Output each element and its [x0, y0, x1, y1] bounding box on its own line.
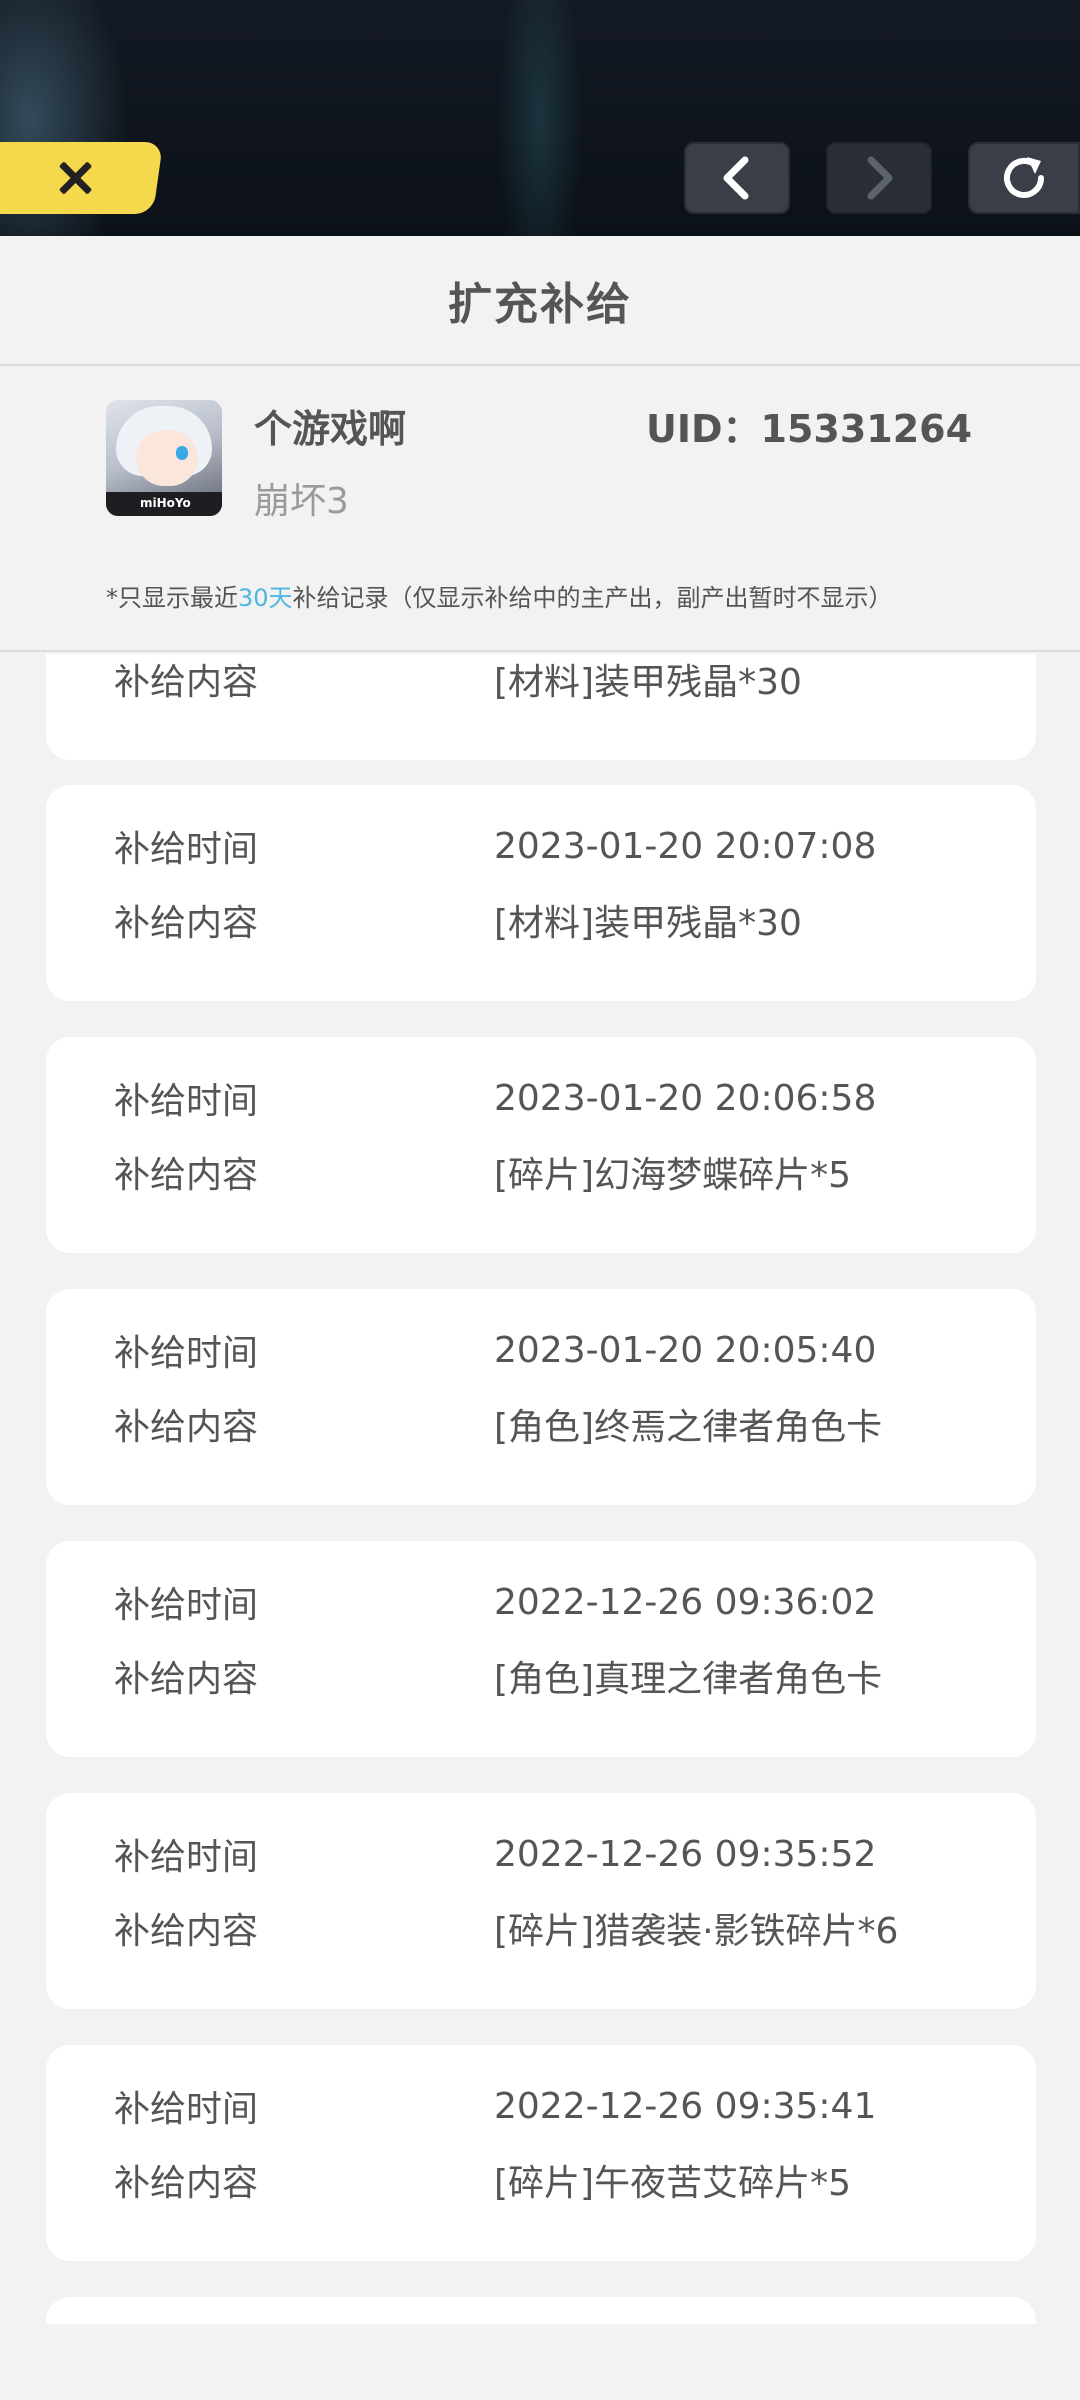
- page-header: 扩充补给: [0, 236, 1080, 366]
- time-label: 补给时间: [114, 2089, 259, 2130]
- forward-button[interactable]: [826, 142, 932, 214]
- record-card: 补给时间 2022-12-26 09:35:52 补给内容 [碎片]猎袭装·影铁…: [46, 1793, 1036, 2009]
- record-time-row: 补给时间 2022-12-26 09:36:02: [114, 1577, 994, 1627]
- time-label: 补给时间: [114, 829, 259, 870]
- close-button[interactable]: [0, 142, 164, 214]
- content-label: 补给内容: [114, 1659, 259, 1700]
- record-content-row: 补给内容 [碎片]幻海梦蝶碎片*5: [114, 1147, 994, 1197]
- refresh-button[interactable]: [968, 142, 1080, 214]
- record-card: 补给时间 2023-01-20 20:06:58 补给内容 [碎片]幻海梦蝶碎片…: [46, 1037, 1036, 1253]
- profile-section: miHoYo 个游戏啊 崩坏3 UID：15331264 *只显示最近30天补给…: [0, 368, 1080, 652]
- record-content-row: 补给内容 [角色]真理之律者角色卡: [114, 1651, 994, 1701]
- record-content-row: 补给内容 [材料]装甲残晶*30: [114, 654, 994, 704]
- time-label: 补给时间: [114, 1333, 259, 1374]
- content-value: [角色]终焉之律者角色卡: [494, 1407, 883, 1448]
- time-label: 补给时间: [114, 1585, 259, 1626]
- content-label: 补给内容: [114, 2163, 259, 2204]
- content-label: 补给内容: [114, 1407, 259, 1448]
- refresh-icon: [1004, 157, 1044, 198]
- chevron-right-icon: [867, 156, 893, 200]
- record-card: 补给时间 2022-12-26 09:35:41 补给内容 [碎片]午夜苦艾碎片…: [46, 2045, 1036, 2261]
- record-card: [46, 2297, 1036, 2324]
- content-label: 补给内容: [114, 662, 259, 703]
- content-value: [角色]真理之律者角色卡: [494, 1659, 883, 1700]
- content-value: [碎片]猎袭装·影铁碎片*6: [494, 1911, 899, 1952]
- avatar: miHoYo: [106, 400, 222, 516]
- chevron-left-icon: [723, 156, 749, 200]
- record-content-row: 补给内容 [碎片]猎袭装·影铁碎片*6: [114, 1903, 994, 1953]
- content-label: 补给内容: [114, 1155, 259, 1196]
- record-content-row: 补给内容 [材料]装甲残晶*30: [114, 895, 994, 945]
- content-value: [碎片]午夜苦艾碎片*5: [494, 2163, 851, 2204]
- time-value: 2023-01-20 20:07:08: [494, 825, 877, 867]
- note-highlight: 30天: [238, 584, 293, 612]
- time-label: 补给时间: [114, 1837, 259, 1878]
- time-value: 2022-12-26 09:36:02: [494, 1581, 877, 1623]
- record-card: 补给内容 [材料]装甲残晶*30: [46, 654, 1036, 760]
- time-value: 2022-12-26 09:35:52: [494, 1833, 877, 1875]
- record-time-row: 补给时间 2023-01-20 20:05:40: [114, 1325, 994, 1375]
- uid-label: UID：15331264: [646, 407, 973, 451]
- back-button[interactable]: [684, 142, 790, 214]
- record-card: 补给时间 2023-01-20 20:07:08 补给内容 [材料]装甲残晶*3…: [46, 785, 1036, 1001]
- note-prefix: *只显示最近: [106, 584, 238, 612]
- note-suffix: 补给记录（仅显示补给中的主产出，副产出暂时不显示）: [292, 584, 893, 612]
- time-value: 2023-01-20 20:05:40: [494, 1329, 877, 1371]
- record-card: 补给时间 2023-01-20 20:05:40 补给内容 [角色]终焉之律者角…: [46, 1289, 1036, 1505]
- record-list[interactable]: 补给内容 [材料]装甲残晶*30 补给时间 2023-01-20 20:07:0…: [0, 654, 1080, 2324]
- page-title: 扩充补给: [448, 279, 632, 330]
- record-card: 补给时间 2022-12-26 09:36:02 补给内容 [角色]真理之律者角…: [46, 1541, 1036, 1757]
- record-time-row: 补给时间 2022-12-26 09:35:41: [114, 2081, 994, 2131]
- record-time-row: 补给时间 2023-01-20 20:07:08: [114, 821, 994, 871]
- game-name: 崩坏3: [254, 481, 349, 522]
- nickname: 个游戏啊: [254, 407, 407, 451]
- record-note: *只显示最近30天补给记录（仅显示补给中的主产出，副产出暂时不显示）: [106, 578, 893, 613]
- time-label: 补给时间: [114, 1081, 259, 1122]
- content-value: [碎片]幻海梦蝶碎片*5: [494, 1155, 851, 1196]
- close-icon: [53, 156, 97, 200]
- record-content-row: 补给内容 [角色]终焉之律者角色卡: [114, 1399, 994, 1449]
- time-value: 2022-12-26 09:35:41: [494, 2085, 877, 2127]
- record-time-row: 补给时间 2022-12-26 09:35:52: [114, 1829, 994, 1879]
- time-value: 2023-01-20 20:06:58: [494, 1077, 877, 1119]
- top-bar: [0, 0, 1080, 236]
- record-content-row: 补给内容 [碎片]午夜苦艾碎片*5: [114, 2155, 994, 2205]
- content-label: 补给内容: [114, 1911, 259, 1952]
- content-value: [材料]装甲残晶*30: [494, 903, 802, 944]
- content-value: [材料]装甲残晶*30: [494, 662, 802, 703]
- content-label: 补给内容: [114, 903, 259, 944]
- record-time-row: 补给时间 2023-01-20 20:06:58: [114, 1073, 994, 1123]
